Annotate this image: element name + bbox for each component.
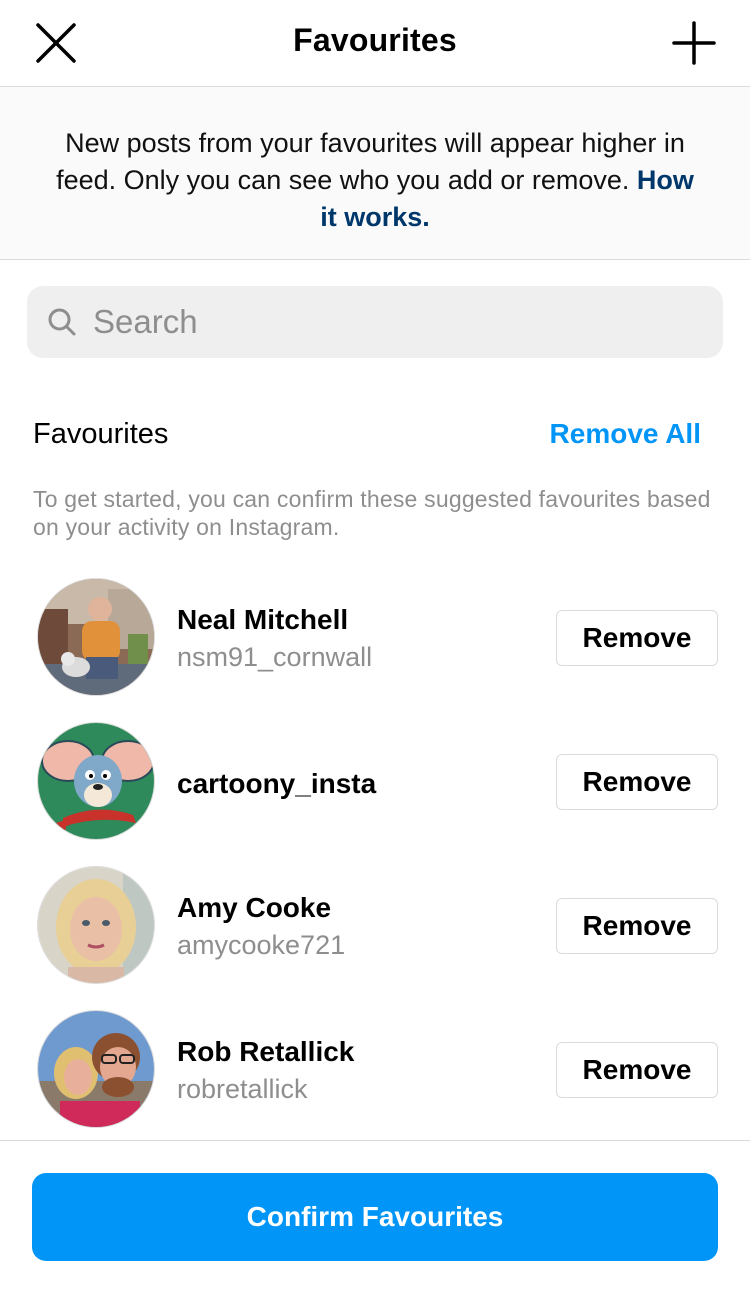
favourites-screen: Favourites New posts from your favourite… [0, 0, 750, 1292]
user-handle: amycooke721 [177, 930, 346, 960]
remove-button[interactable]: Remove [556, 610, 718, 666]
list-item: Rob Retallick robretallick Remove [0, 1008, 750, 1152]
footer-bar: Confirm Favourites [0, 1140, 750, 1292]
remove-all-button[interactable]: Remove All [550, 418, 701, 450]
remove-button[interactable]: Remove [556, 898, 718, 954]
list-item: Amy Cooke amycooke721 Remove [0, 864, 750, 1008]
list-item: cartoony_insta Remove [0, 720, 750, 864]
list-item: Neal Mitchell nsm91_cornwall Remove [0, 576, 750, 720]
favourites-list: Neal Mitchell nsm91_cornwall Remove cart… [0, 576, 750, 1152]
search-bar[interactable] [27, 286, 723, 358]
page-title: Favourites [293, 22, 457, 58]
plus-icon [672, 21, 716, 65]
user-name: Neal Mitchell [177, 604, 349, 635]
suggestion-hint: To get started, you can confirm these su… [33, 486, 711, 540]
user-name: Rob Retallick [177, 1036, 355, 1067]
avatar[interactable] [37, 1010, 155, 1128]
avatar[interactable] [37, 866, 155, 984]
top-bar: Favourites [0, 0, 750, 87]
user-name: cartoony_insta [177, 768, 377, 799]
user-name: Amy Cooke [177, 892, 332, 923]
confirm-favourites-button[interactable]: Confirm Favourites [32, 1173, 718, 1261]
avatar[interactable] [37, 722, 155, 840]
remove-button[interactable]: Remove [556, 1042, 718, 1098]
remove-button[interactable]: Remove [556, 754, 718, 810]
info-banner: New posts from your favourites will appe… [0, 87, 750, 260]
user-handle: nsm91_cornwall [177, 642, 373, 672]
banner-text: New posts from your favourites will appe… [56, 128, 685, 195]
search-icon [47, 307, 77, 337]
avatar[interactable] [37, 578, 155, 696]
section-title: Favourites [33, 418, 169, 450]
search-input[interactable] [93, 303, 693, 341]
user-handle: robretallick [177, 1074, 308, 1104]
add-favourite-button[interactable] [668, 17, 720, 69]
